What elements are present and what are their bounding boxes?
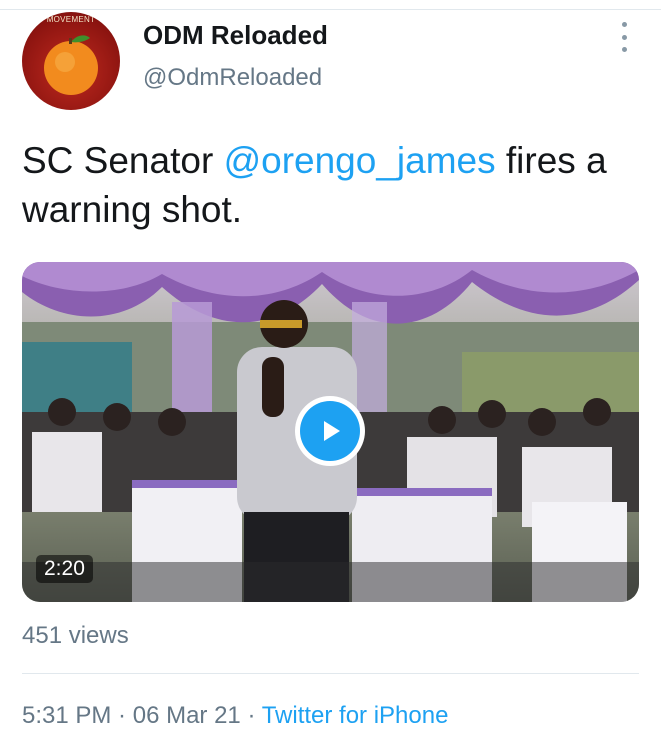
meta-separator-2: ·	[240, 702, 262, 729]
tweet-text-before: SC Senator	[22, 140, 224, 181]
play-icon	[324, 421, 340, 441]
orange-logo-icon	[44, 35, 98, 95]
play-button[interactable]	[295, 396, 365, 466]
tweet-time[interactable]: 5:31 PM	[22, 702, 111, 729]
meta-separator-1: ·	[111, 702, 133, 729]
meta-divider	[22, 673, 639, 674]
video-duration: 2:20	[36, 555, 93, 583]
avatar[interactable]: MOVEMENT	[22, 12, 120, 110]
top-divider	[0, 9, 661, 10]
tweet-meta: 5:31 PM · 06 Mar 21 · Twitter for iPhone	[22, 702, 448, 730]
tweet-date[interactable]: 06 Mar 21	[133, 702, 241, 729]
display-name[interactable]: ODM Reloaded	[143, 20, 328, 51]
user-handle[interactable]: @OdmReloaded	[143, 64, 322, 92]
tweet-source-link[interactable]: Twitter for iPhone	[262, 702, 449, 729]
tweet-text: SC Senator @orengo_james fires a warning…	[22, 136, 642, 234]
more-vertical-icon[interactable]	[614, 22, 634, 52]
mention-link[interactable]: @orengo_james	[224, 140, 496, 181]
view-count: 451 views	[22, 622, 129, 649]
video-player[interactable]: 2:20	[22, 262, 639, 602]
